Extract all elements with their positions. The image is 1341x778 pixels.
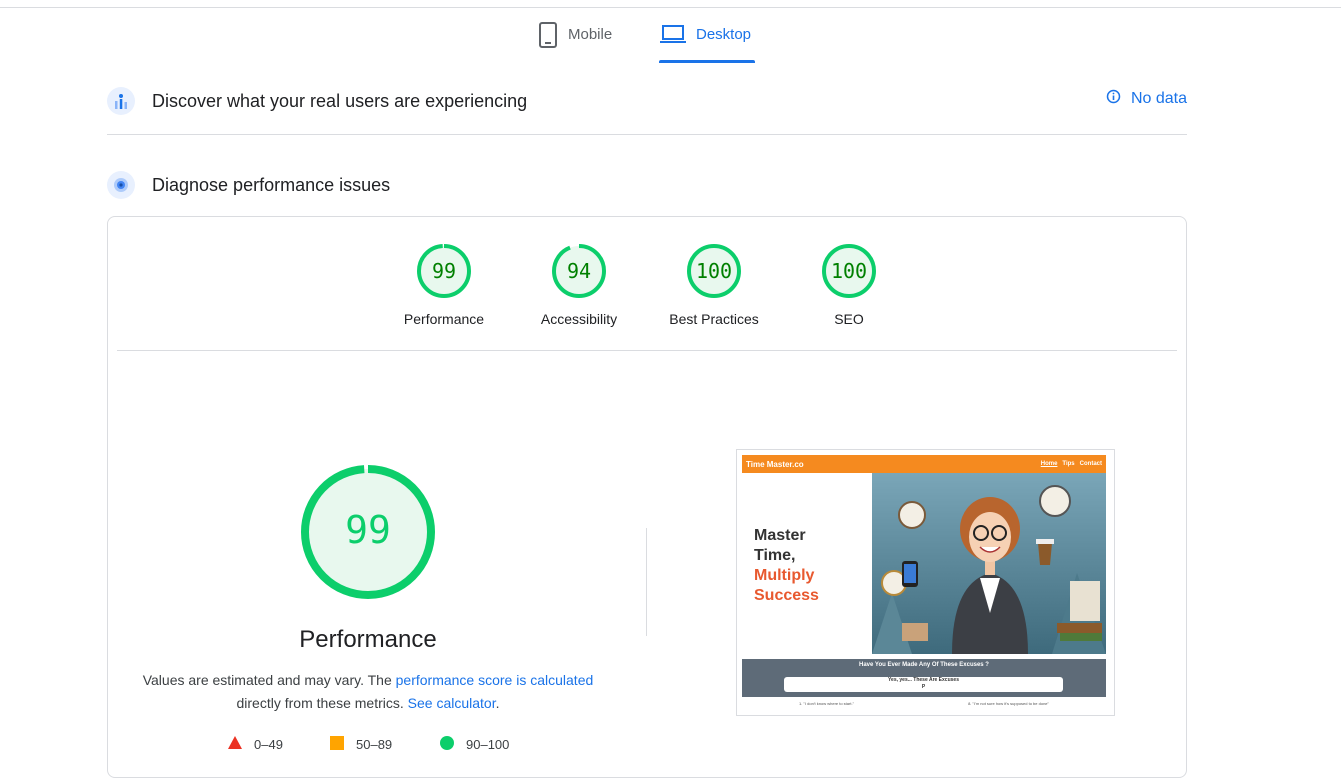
performance-title: Performance (299, 626, 437, 653)
thumb-excuses-band: Have You Ever Made Any Of These Excuses … (742, 659, 1106, 697)
gauge-ring: 94 (529, 243, 629, 299)
thumb-foot-left: 1. "I don't know where to start." (799, 701, 854, 706)
orange-square-icon (330, 736, 344, 753)
category-gauges: 99 Performance 94 Accessibility 100 Best… (0, 243, 1341, 333)
gauge-ring: 100 (664, 243, 764, 299)
thumb-pill: Yes, yes... These Are Excuses P (784, 677, 1063, 692)
gauge-seo[interactable]: 100 SEO (799, 243, 899, 327)
performance-description: Values are estimated and may vary. The p… (140, 669, 596, 715)
thumb-navbar: Time Master.co Home Tips Contact (742, 455, 1106, 473)
thumb-hero-illustration (872, 473, 1106, 654)
field-data-title: Discover what your real users are experi… (152, 90, 528, 111)
laptop-icon (660, 22, 686, 50)
thumb-pill-line: P (921, 684, 926, 690)
thumb-headline-line: Multiply (754, 567, 815, 584)
info-icon (1106, 89, 1121, 109)
active-tab-indicator (659, 60, 755, 63)
gauge-best-practices[interactable]: 100 Best Practices (664, 243, 764, 327)
thumb-nav-tips: Tips (1062, 461, 1075, 467)
radar-icon (107, 171, 135, 199)
desc-text: directly from these metrics. (236, 695, 408, 711)
page-screenshot-thumbnail[interactable]: Time Master.co Home Tips Contact Master … (736, 449, 1115, 716)
green-circle-icon (440, 736, 454, 753)
legend-range: 0–49 (254, 736, 283, 752)
no-data-label: No data (1130, 90, 1187, 107)
gauge-ring: 100 (799, 243, 899, 299)
legend-fail: 0–49 (228, 736, 283, 752)
performance-gauge-large: 99 (299, 463, 437, 601)
tab-desktop-label: Desktop (696, 26, 752, 43)
desc-text: . (495, 695, 500, 711)
vertical-divider (646, 528, 647, 636)
performance-score-large: 99 (345, 508, 391, 552)
thumb-nav-links: Home Tips Contact (1041, 461, 1102, 467)
legend-range: 50–89 (356, 737, 393, 752)
gauge-score: 100 (830, 259, 868, 283)
gauge-label: Accessibility (540, 311, 618, 327)
thumb-nav-contact: Contact (1079, 461, 1102, 467)
gauge-score: 99 (431, 259, 457, 283)
top-divider (0, 7, 1341, 8)
see-calculator-link[interactable]: See calculator (408, 695, 496, 711)
gauge-score: 94 (566, 259, 592, 283)
gauges-divider (117, 350, 1177, 351)
field-data-section: Discover what your real users are experi… (107, 86, 1187, 116)
red-triangle-icon (228, 736, 242, 752)
thumb-band-title: Have You Ever Made Any Of These Excuses … (859, 662, 989, 668)
tab-mobile[interactable]: Mobile (538, 22, 612, 62)
thumb-brand: Time Master.co (746, 459, 804, 469)
section-divider (107, 134, 1187, 135)
legend-average: 50–89 (330, 736, 392, 753)
mobile-phone-icon (538, 22, 558, 52)
thumb-pill-line: Yes, yes... These Are Excuses (888, 677, 959, 683)
desc-text: Values are estimated and may vary. The (142, 672, 396, 688)
thumb-headline-line: Master (754, 527, 806, 544)
score-legend: 0–49 50–89 90–100 (0, 736, 1341, 756)
gauge-label: Best Practices (669, 311, 759, 327)
gauge-label: SEO (834, 311, 864, 327)
gauge-score: 100 (695, 259, 733, 283)
tab-mobile-label: Mobile (568, 26, 613, 43)
score-calculation-link[interactable]: performance score is calculated (396, 672, 594, 688)
legend-pass: 90–100 (440, 736, 509, 753)
gauge-accessibility[interactable]: 94 Accessibility (529, 243, 629, 327)
users-chart-icon (107, 87, 135, 115)
thumb-hero: Master Time, Multiply Success (742, 473, 1106, 654)
thumb-headline-line: Time, (754, 547, 796, 564)
no-data-link[interactable]: No data (1106, 89, 1187, 109)
thumb-nav-home: Home (1040, 461, 1058, 467)
gauge-ring: 99 (394, 243, 494, 299)
thumb-foot-right: 8. "I'm not sure how it's supposed to be… (968, 701, 1049, 706)
thumb-footer-text: 1. "I don't know where to start." 8. "I'… (742, 701, 1106, 706)
legend-range: 90–100 (466, 737, 510, 752)
lab-data-title: Diagnose performance issues (152, 174, 391, 195)
tab-desktop[interactable]: Desktop (660, 22, 751, 62)
gauge-label: Performance (403, 311, 485, 327)
lab-data-section: Diagnose performance issues (107, 170, 1187, 200)
gauge-performance[interactable]: 99 Performance (394, 243, 494, 327)
thumb-headline-line: Success (754, 587, 819, 604)
thumb-headline: Master Time, Multiply Success (754, 526, 874, 606)
